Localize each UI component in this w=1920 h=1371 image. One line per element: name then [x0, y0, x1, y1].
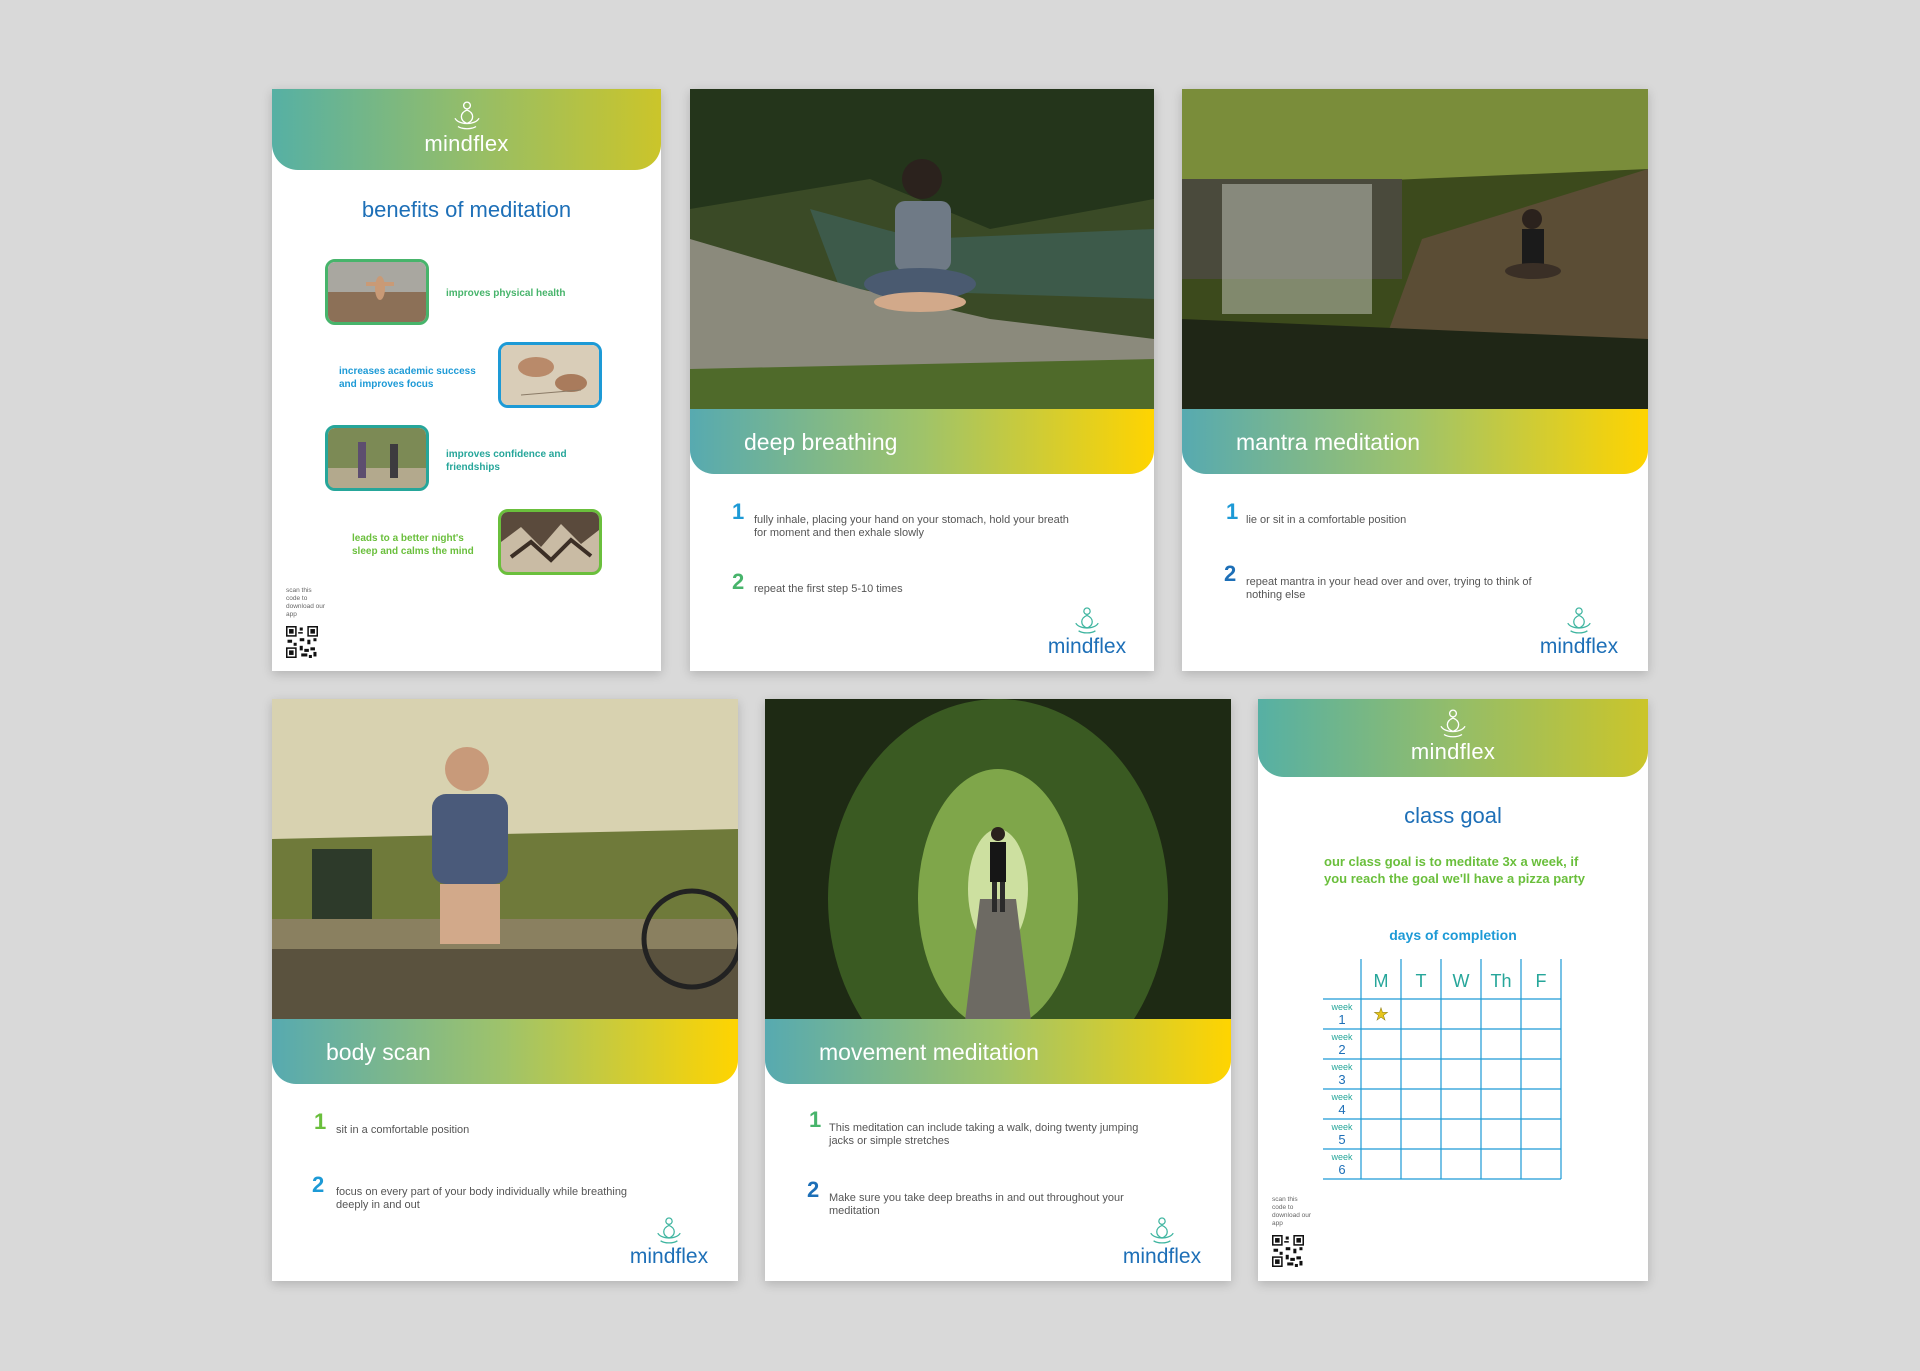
week-number: 2 — [1338, 1042, 1345, 1057]
step-text: lie or sit in a comfortable position — [1246, 514, 1407, 526]
sleeping-photo — [501, 512, 599, 572]
week-number: 4 — [1338, 1102, 1345, 1117]
mantra-meditation-card: mantra meditation 1 lie or sit in a comf… — [1182, 89, 1648, 671]
benefit-thumbnail-sleep — [498, 509, 602, 575]
step-number: 1 — [809, 1107, 822, 1132]
days-title: days of completion — [1389, 927, 1517, 943]
brand-wordmark: mindflex — [1122, 1245, 1202, 1268]
brand-logo: mindflex — [1532, 607, 1626, 659]
friends-photo — [328, 428, 426, 488]
brand-wordmark: mindflex — [1539, 635, 1619, 658]
week-label: week — [1330, 1032, 1353, 1042]
card-title: body scan — [326, 1039, 431, 1065]
week-number: 6 — [1338, 1162, 1345, 1177]
step-number: 2 — [1224, 561, 1237, 586]
week-number: 3 — [1338, 1072, 1345, 1087]
lotus-icon — [1438, 709, 1468, 739]
benefit-text: increases academic success and improves … — [339, 366, 476, 390]
meditation-photo-bench — [272, 699, 738, 1021]
beach-photo — [328, 262, 426, 322]
meditation-photo-bamboo-path — [765, 699, 1231, 1021]
movement-meditation-card: movement meditation 1 This meditation ca… — [765, 699, 1231, 1281]
benefit-text: leads to a better night's sleep and calm… — [352, 533, 474, 557]
step-number: 2 — [732, 569, 745, 594]
week-label: week — [1330, 1002, 1353, 1012]
week-label: week — [1330, 1122, 1353, 1132]
benefits-card: mindflex benefits of meditation improves… — [272, 89, 661, 671]
card-title: benefits of meditation — [361, 197, 572, 222]
lotus-icon — [655, 1217, 683, 1245]
goal-text: our class goal is to meditate 3x a week,… — [1324, 854, 1586, 886]
benefit-thumbnail-academic — [498, 342, 602, 408]
step-text: focus on every part of your body individ… — [336, 1186, 628, 1211]
benefit-thumbnail-physical — [325, 259, 429, 325]
week-label: week — [1330, 1092, 1353, 1102]
brand-logo: mindflex — [1115, 1217, 1209, 1269]
brand-wordmark: mindflex — [629, 1245, 709, 1268]
day-header: W — [1453, 971, 1470, 991]
card-title: movement meditation — [819, 1039, 1039, 1065]
card-title: mantra meditation — [1236, 429, 1421, 455]
step-text: This meditation can include taking a wal… — [829, 1122, 1139, 1147]
day-header: T — [1416, 971, 1427, 991]
step-text: Make sure you take deep breaths in and o… — [829, 1192, 1124, 1217]
class-goal-card: mindflex class goal our class goal is to… — [1258, 699, 1648, 1281]
brand-logo: mindflex — [622, 1217, 716, 1269]
step-text: sit in a comfortable position — [336, 1124, 470, 1136]
brand-logo: mindflex — [272, 101, 661, 157]
step-text: fully inhale, placing your hand on your … — [754, 514, 1069, 539]
benefit-text: improves confidence and friendships — [446, 449, 567, 473]
meditation-photo-waterfall — [1182, 89, 1648, 411]
body-scan-card: body scan 1 sit in a comfortable positio… — [272, 699, 738, 1281]
week-number: 1 — [1338, 1012, 1345, 1027]
benefit-text: improves physical health — [446, 288, 566, 299]
week-number: 5 — [1338, 1132, 1345, 1147]
brand-wordmark: mindflex — [1047, 635, 1127, 658]
step-number: 1 — [314, 1109, 327, 1134]
step-text: repeat mantra in your head over and over… — [1246, 576, 1532, 601]
lotus-icon — [1073, 607, 1101, 635]
day-header: F — [1536, 971, 1547, 991]
card-title: deep breathing — [744, 429, 898, 455]
lotus-icon — [1565, 607, 1593, 635]
lotus-icon — [1148, 1217, 1176, 1245]
completion-grid: M T W Th F week1week2week3week4week5week6 ★ — [1323, 959, 1562, 1180]
brand-wordmark: mindflex — [424, 131, 509, 156]
card-title: class goal — [1404, 803, 1502, 828]
lotus-icon — [452, 101, 482, 131]
deep-breathing-card: deep breathing 1 fully inhale, placing y… — [690, 89, 1154, 671]
step-number: 2 — [807, 1177, 820, 1202]
week-label: week — [1330, 1152, 1353, 1162]
benefit-thumbnail-confidence — [325, 425, 429, 491]
day-header: M — [1374, 971, 1389, 991]
qr-note: scan this code to download our app — [286, 587, 326, 618]
week-label: week — [1330, 1062, 1353, 1072]
qr-note: scan this code to download our app — [1272, 1196, 1312, 1227]
star-icon: ★ — [1373, 1005, 1388, 1025]
step-number: 1 — [1226, 499, 1239, 524]
brand-logo: mindflex — [1040, 607, 1134, 659]
step-number: 1 — [732, 499, 745, 524]
brand-logo: mindflex — [1258, 709, 1648, 765]
step-text: repeat the first step 5-10 times — [754, 583, 903, 595]
step-number: 2 — [312, 1172, 325, 1197]
brand-wordmark: mindflex — [1410, 739, 1496, 764]
writing-photo — [501, 345, 599, 405]
day-header: Th — [1490, 971, 1511, 991]
qr-code[interactable] — [286, 626, 318, 658]
meditation-photo-creek — [690, 89, 1154, 411]
qr-code[interactable] — [1272, 1235, 1304, 1267]
